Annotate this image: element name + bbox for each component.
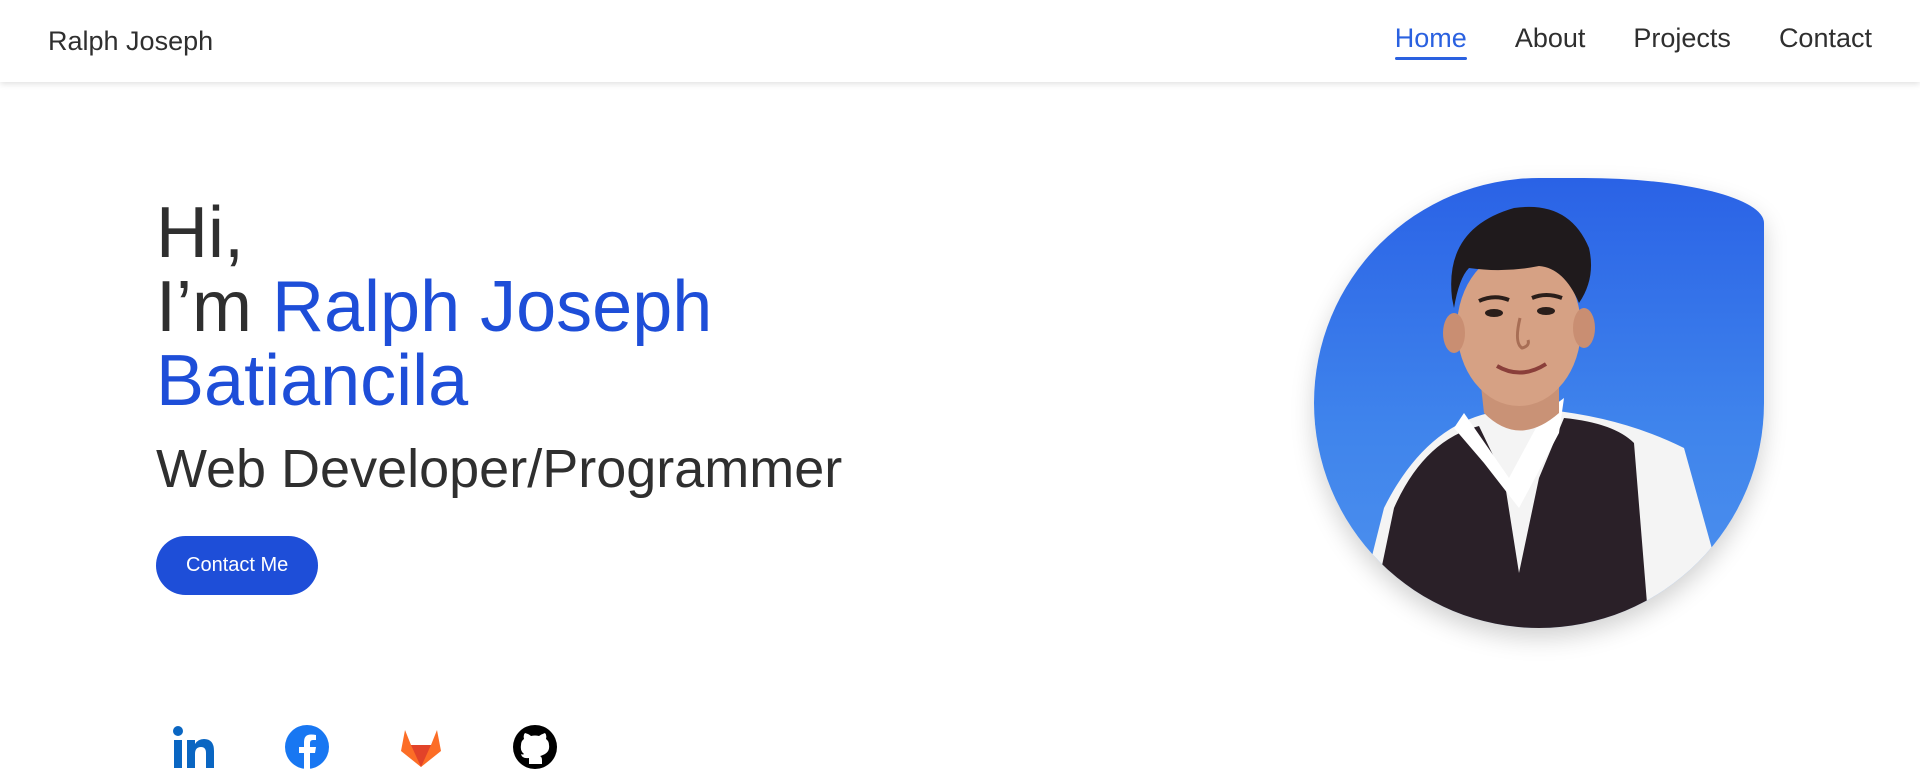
facebook-icon[interactable] — [284, 724, 330, 770]
nav-link-home[interactable]: Home — [1394, 23, 1467, 60]
site-header: Ralph Joseph Home About Projects Contact — [0, 0, 1920, 82]
hero-name-last: Batiancila — [156, 341, 469, 421]
gitlab-icon[interactable] — [398, 724, 444, 770]
nav-item-about: About — [1515, 23, 1586, 60]
nav-item-contact: Contact — [1779, 23, 1872, 60]
site-logo[interactable]: Ralph Joseph — [48, 26, 213, 57]
profile-photo-illustration — [1354, 206, 1734, 628]
linkedin-icon[interactable] — [170, 724, 216, 770]
hero-greeting: Hi, — [156, 193, 244, 273]
github-icon[interactable] — [512, 724, 558, 770]
hero-name-first: Ralph Joseph — [271, 267, 713, 347]
hero-role: Web Developer/Programmer — [156, 439, 843, 499]
hero-heading: Hi, I’m Ralph Joseph Batiancila — [156, 196, 842, 418]
nav-link-contact[interactable]: Contact — [1779, 23, 1872, 60]
nav-item-home: Home — [1394, 23, 1467, 60]
hero-intro: I’m — [156, 267, 272, 347]
social-links — [170, 724, 558, 770]
hero-section: Hi, I’m Ralph Joseph Batiancila Web Deve… — [156, 196, 842, 595]
main-nav: Home About Projects Contact — [1394, 23, 1872, 60]
nav-link-projects[interactable]: Projects — [1633, 23, 1731, 60]
nav-link-about[interactable]: About — [1515, 23, 1586, 60]
contact-me-button[interactable]: Contact Me — [156, 536, 319, 595]
nav-item-projects: Projects — [1633, 23, 1731, 60]
profile-photo — [1314, 178, 1764, 628]
